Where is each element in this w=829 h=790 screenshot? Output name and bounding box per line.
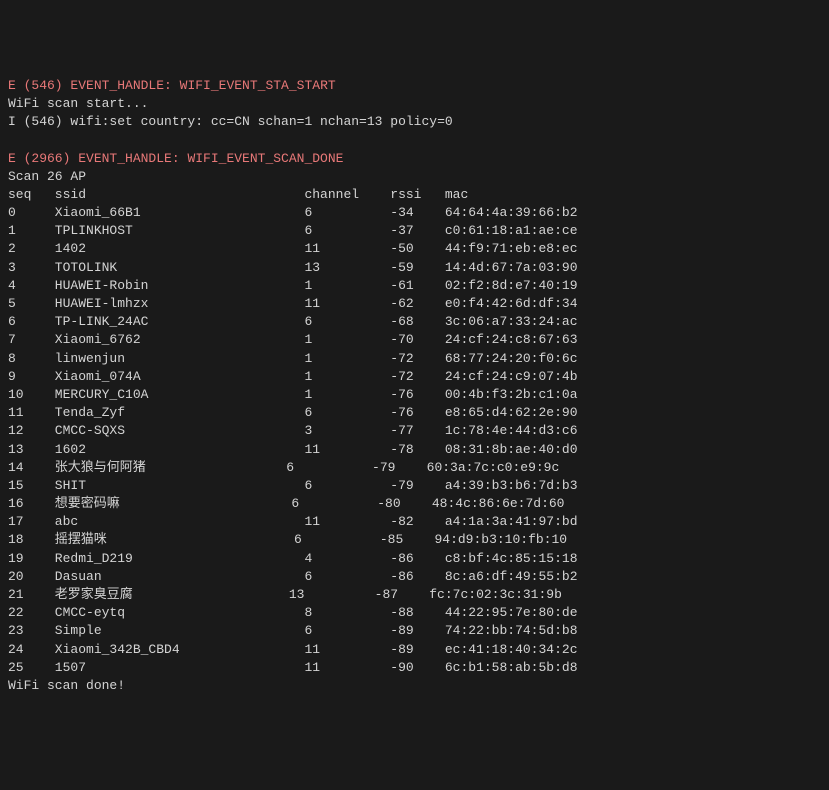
scan-count: Scan 26 AP — [8, 169, 86, 184]
table-header: seq ssid channel rssi mac — [8, 187, 468, 202]
table-row: 25 1507 11 -90 6c:b1:58:ab:5b:d8 — [8, 660, 578, 675]
scan-done: WiFi scan done! — [8, 678, 125, 693]
table-row: 5 HUAWEI-lmhzx 11 -62 e0:f4:42:6d:df:34 — [8, 296, 578, 311]
table-row: 2 1402 11 -50 44:f9:71:eb:e8:ec — [8, 241, 578, 256]
table-row: 12 CMCC-SQXS 3 -77 1c:78:4e:44:d3:c6 — [8, 423, 578, 438]
log-error-line: E (2966) EVENT_HANDLE: WIFI_EVENT_SCAN_D… — [8, 151, 343, 166]
log-info-line: I (546) wifi:set country: cc=CN schan=1 … — [8, 114, 453, 129]
table-row: 21 老罗家臭豆腐 13 -87 fc:7c:02:3c:31:9b — [8, 587, 562, 602]
table-row: 0 Xiaomi_66B1 6 -34 64:64:4a:39:66:b2 — [8, 205, 578, 220]
table-row: 19 Redmi_D219 4 -86 c8:bf:4c:85:15:18 — [8, 551, 578, 566]
table-row: 10 MERCURY_C10A 1 -76 00:4b:f3:2b:c1:0a — [8, 387, 578, 402]
table-row: 8 linwenjun 1 -72 68:77:24:20:f0:6c — [8, 351, 578, 366]
table-row: 1 TPLINKHOST 6 -37 c0:61:18:a1:ae:ce — [8, 223, 578, 238]
table-row: 22 CMCC-eytq 8 -88 44:22:95:7e:80:de — [8, 605, 578, 620]
table-row: 17 abc 11 -82 a4:1a:3a:41:97:bd — [8, 514, 578, 529]
table-row: 15 SHIT 6 -79 a4:39:b3:b6:7d:b3 — [8, 478, 578, 493]
table-row: 11 Tenda_Zyf 6 -76 e8:65:d4:62:2e:90 — [8, 405, 578, 420]
terminal-output: E (546) EVENT_HANDLE: WIFI_EVENT_STA_STA… — [8, 77, 821, 695]
table-row: 23 Simple 6 -89 74:22:bb:74:5d:b8 — [8, 623, 578, 638]
log-error-line: E (546) EVENT_HANDLE: WIFI_EVENT_STA_STA… — [8, 78, 336, 93]
table-row: 16 想要密码嘛 6 -80 48:4c:86:6e:7d:60 — [8, 496, 564, 511]
table-row: 7 Xiaomi_6762 1 -70 24:cf:24:c8:67:63 — [8, 332, 578, 347]
table-row: 13 1602 11 -78 08:31:8b:ae:40:d0 — [8, 442, 578, 457]
table-row: 3 TOTOLINK 13 -59 14:4d:67:7a:03:90 — [8, 260, 578, 275]
table-row: 4 HUAWEI-Robin 1 -61 02:f2:8d:e7:40:19 — [8, 278, 578, 293]
table-row: 6 TP-LINK_24AC 6 -68 3c:06:a7:33:24:ac — [8, 314, 578, 329]
table-row: 14 张大狼与何阿猪 6 -79 60:3a:7c:c0:e9:9c — [8, 460, 559, 475]
log-line: WiFi scan start... — [8, 96, 148, 111]
table-row: 24 Xiaomi_342B_CBD4 11 -89 ec:41:18:40:3… — [8, 642, 578, 657]
table-row: 20 Dasuan 6 -86 8c:a6:df:49:55:b2 — [8, 569, 578, 584]
table-row: 9 Xiaomi_074A 1 -72 24:cf:24:c9:07:4b — [8, 369, 578, 384]
table-body: 0 Xiaomi_66B1 6 -34 64:64:4a:39:66:b2 1 … — [8, 204, 821, 677]
table-row: 18 摇摆猫咪 6 -85 94:d9:b3:10:fb:10 — [8, 532, 567, 547]
